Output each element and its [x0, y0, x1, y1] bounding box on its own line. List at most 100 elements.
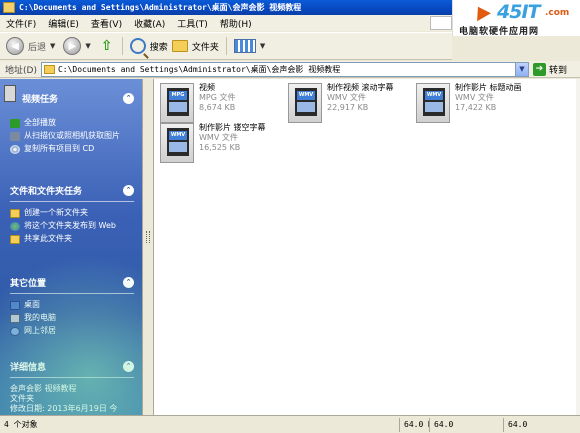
task-new-folder[interactable]: 创建一个新文件夹 — [10, 208, 134, 218]
file-size: 22,917 KB — [327, 103, 369, 112]
file-view[interactable]: MPG 视频 MPG 文件 8,674 KB WMV 制作视频 滚动字幕 WMV… — [154, 79, 576, 415]
forward-dropdown-icon[interactable]: ▼ — [85, 42, 90, 50]
standard-toolbar: ◀ 后退 ▼ ▶ ▼ ⇧ 搜索 文件夹 ▼ — [0, 32, 452, 60]
toolbar-separator — [121, 37, 123, 55]
video-file-icon: WMV — [416, 83, 450, 123]
status-bar: 4 个对象 64.0 M 64.0 64.0 — [0, 415, 580, 433]
splitter-grip-icon[interactable] — [146, 231, 150, 243]
task-label: 从扫描仪或照相机获取图片 — [24, 131, 120, 140]
details-header[interactable]: 详细信息 ⌃ — [10, 359, 134, 373]
film-strip-icon — [4, 85, 16, 102]
address-value[interactable]: C:\Documents and Settings\Administrator\… — [58, 64, 340, 75]
cd-icon — [10, 145, 20, 154]
place-my-computer[interactable]: 我的电脑 — [10, 313, 134, 323]
task-share-folder[interactable]: 共享此文件夹 — [10, 234, 134, 244]
file-type: WMV 文件 — [455, 93, 494, 102]
watermark-subtitle: 电脑软硬件应用网 — [459, 27, 540, 37]
place-desktop[interactable]: 桌面 — [10, 300, 134, 310]
folders-icon[interactable] — [171, 40, 188, 52]
up-folder-icon[interactable]: ⇧ — [99, 38, 115, 54]
views-icon[interactable] — [233, 39, 256, 53]
video-tasks-title: 视频任务 — [22, 94, 59, 105]
task-label: 将这个文件夹发布到 Web — [24, 221, 116, 230]
file-type-badge: WMV — [169, 131, 187, 140]
place-label: 桌面 — [24, 300, 40, 309]
menu-tools[interactable]: 工具(T) — [171, 17, 214, 30]
task-label: 复制所有项目到 CD — [24, 144, 95, 153]
menu-favorites[interactable]: 收藏(A) — [128, 17, 171, 30]
share-folder-icon — [10, 235, 20, 244]
place-label: 我的电脑 — [24, 313, 56, 322]
other-places-header[interactable]: 其它位置 ⌃ — [10, 275, 134, 289]
toolbar-separator — [225, 37, 227, 55]
section-divider — [10, 293, 134, 294]
details-modified: 修改日期: 2013年6月19日 今 — [10, 404, 118, 413]
search-icon[interactable] — [129, 38, 146, 54]
address-input[interactable]: C:\Documents and Settings\Administrator\… — [40, 61, 529, 77]
place-label: 网上邻居 — [24, 326, 56, 335]
go-arrow-icon: ➔ — [532, 62, 546, 76]
video-tasks-header[interactable]: 视频任务 ⌃ — [22, 91, 134, 105]
details-title: 详细信息 — [10, 362, 47, 373]
video-tasks-list: 全部播放 从扫描仪或照相机获取图片 复制所有项目到 CD — [10, 115, 134, 154]
status-size-secondary: 64.0 — [430, 417, 504, 432]
file-meta: 视频 MPG 文件 8,674 KB — [199, 83, 235, 123]
file-tasks-header[interactable]: 文件和文件夹任务 ⌃ — [10, 183, 134, 197]
search-button-label[interactable]: 搜索 — [150, 40, 168, 53]
menu-view[interactable]: 查看(V) — [85, 17, 128, 30]
collapse-chevron-icon[interactable]: ⌃ — [123, 184, 134, 196]
file-meta: 制作影片 标题动画 WMV 文件 17,422 KB — [455, 83, 522, 123]
task-pane: 视频任务 ⌃ 全部播放 从扫描仪或照相机获取图片 复制所有项目到 CD 文件和文… — [0, 79, 142, 415]
video-preview-graphic — [169, 102, 187, 112]
file-item[interactable]: MPG 视频 MPG 文件 8,674 KB — [160, 83, 235, 123]
back-button-label[interactable]: 后退 — [28, 40, 46, 53]
menu-file[interactable]: 文件(F) — [0, 17, 42, 30]
details-type: 文件夹 — [10, 394, 34, 403]
network-icon — [10, 327, 20, 336]
site-watermark: 45IT .com 电脑软硬件应用网 — [452, 0, 580, 37]
folder-icon — [43, 64, 55, 74]
folders-button-label[interactable]: 文件夹 — [192, 40, 219, 53]
address-bar: 地址(D) C:\Documents and Settings\Administ… — [0, 61, 580, 78]
file-size: 16,525 KB — [199, 143, 241, 152]
file-type: MPG 文件 — [199, 93, 236, 102]
other-places-section: 其它位置 ⌃ 桌面 我的电脑 网上邻居 — [10, 275, 134, 336]
collapse-chevron-icon[interactable]: ⌃ — [123, 360, 134, 372]
play-icon — [10, 119, 20, 128]
section-divider — [10, 201, 134, 202]
place-network[interactable]: 网上邻居 — [10, 326, 134, 336]
file-type-badge: WMV — [425, 91, 443, 100]
task-play-all[interactable]: 全部播放 — [10, 118, 134, 128]
menu-help[interactable]: 帮助(H) — [214, 17, 258, 30]
file-meta: 制作视频 滚动字幕 WMV 文件 22,917 KB — [327, 83, 394, 123]
vertical-scrollbar[interactable] — [576, 79, 580, 415]
collapse-chevron-icon[interactable]: ⌃ — [123, 92, 134, 104]
address-dropdown-icon[interactable]: ▼ — [514, 62, 528, 76]
forward-arrow-icon[interactable]: ▶ — [63, 37, 82, 55]
pane-splitter[interactable] — [142, 79, 154, 415]
collapse-chevron-icon[interactable]: ⌃ — [123, 276, 134, 288]
back-dropdown-icon[interactable]: ▼ — [50, 42, 55, 50]
file-name: 制作视频 滚动字幕 — [327, 83, 394, 92]
watermark-logo-text: 45IT — [497, 1, 540, 23]
file-type-badge: MPG — [169, 91, 187, 100]
folder-icon — [3, 2, 15, 13]
task-get-from-scanner[interactable]: 从扫描仪或照相机获取图片 — [10, 131, 134, 141]
task-label: 创建一个新文件夹 — [24, 208, 88, 217]
file-item[interactable]: WMV 制作影片 标题动画 WMV 文件 17,422 KB — [416, 83, 522, 123]
file-item[interactable]: WMV 制作影片 镂空字幕 WMV 文件 16,525 KB — [160, 123, 266, 163]
task-publish-web[interactable]: 将这个文件夹发布到 Web — [10, 221, 134, 231]
file-item[interactable]: WMV 制作视频 滚动字幕 WMV 文件 22,917 KB — [288, 83, 394, 123]
video-file-icon: WMV — [288, 83, 322, 123]
watermark-domain-suffix: .com — [545, 8, 570, 18]
go-button[interactable]: ➔ 转到 — [532, 62, 567, 76]
other-places-title: 其它位置 — [10, 278, 47, 289]
file-name: 制作影片 标题动画 — [455, 83, 522, 92]
address-label: 地址(D) — [5, 65, 37, 76]
views-dropdown-icon[interactable]: ▼ — [260, 42, 265, 50]
back-arrow-icon[interactable]: ◀ — [6, 37, 24, 55]
file-size: 17,422 KB — [455, 103, 497, 112]
menu-edit[interactable]: 编辑(E) — [42, 17, 85, 30]
task-copy-to-cd[interactable]: 复制所有项目到 CD — [10, 144, 134, 154]
video-file-icon: WMV — [160, 123, 194, 163]
